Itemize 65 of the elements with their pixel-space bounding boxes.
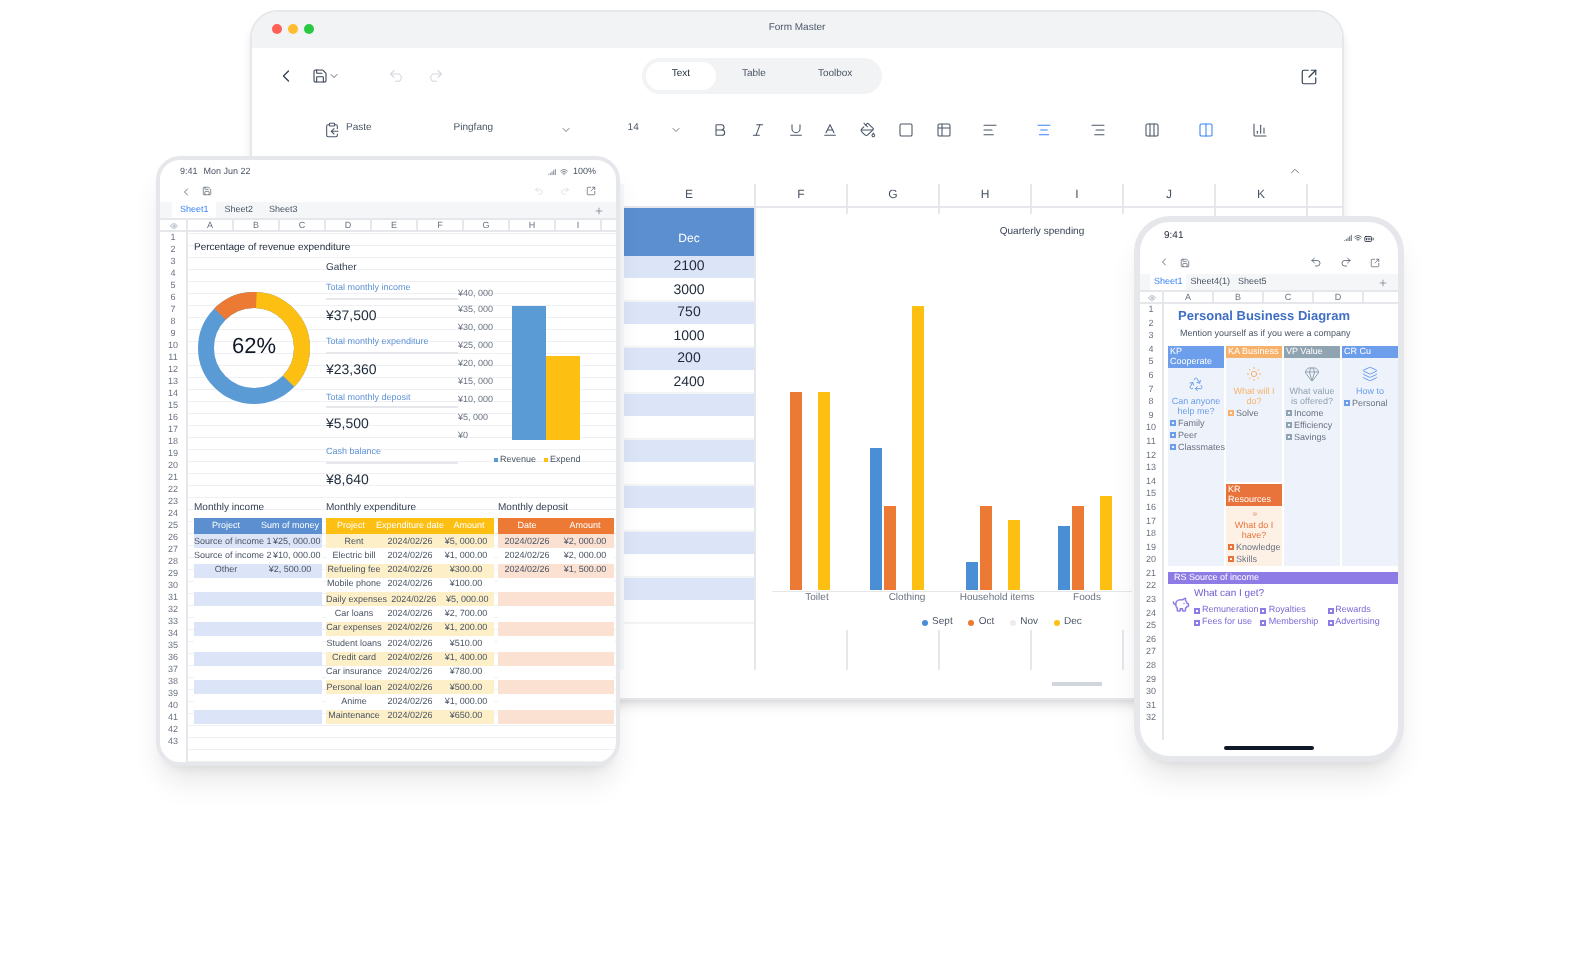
- checkbox-icon[interactable]: [1228, 544, 1234, 550]
- add-sheet-icon[interactable]: [594, 205, 604, 215]
- chart-bar: [1008, 519, 1020, 589]
- checkbox-icon[interactable]: [1170, 420, 1176, 426]
- save-icon[interactable]: [1180, 257, 1190, 267]
- piggy-bank-icon: [1172, 595, 1190, 613]
- checkbox-icon[interactable]: [1194, 607, 1200, 613]
- checkbox-icon[interactable]: [1286, 422, 1292, 428]
- donut-chart: [194, 287, 314, 407]
- checkbox-icon[interactable]: [1170, 432, 1176, 438]
- checkbox-icon[interactable]: [1286, 434, 1292, 440]
- empty-row: [194, 622, 322, 637]
- card-icon: [1246, 365, 1262, 381]
- view-icon[interactable]: [1147, 293, 1155, 301]
- signal-icon: [548, 168, 557, 176]
- checkbox-icon[interactable]: [1228, 410, 1234, 416]
- bold-icon[interactable]: [711, 122, 728, 138]
- align-center-icon[interactable]: [1035, 122, 1052, 138]
- save-icon[interactable]: [202, 186, 212, 196]
- fill-color-icon[interactable]: [859, 122, 876, 138]
- checkbox-icon[interactable]: [1286, 410, 1292, 416]
- checkbox-icon[interactable]: [1260, 619, 1267, 625]
- checkbox-icon[interactable]: [1260, 607, 1267, 613]
- scroll-bar[interactable]: [1052, 682, 1102, 686]
- empty-row: [498, 592, 614, 607]
- merge-cells-icon[interactable]: [935, 122, 952, 138]
- empty-row: [498, 651, 614, 666]
- checkbox-icon[interactable]: [1194, 619, 1200, 625]
- add-sheet-icon[interactable]: [1378, 277, 1388, 287]
- empty-row: [498, 680, 614, 695]
- checkbox-icon[interactable]: [1327, 619, 1334, 625]
- signal-icon: [1344, 234, 1352, 242]
- collapse-icon[interactable]: [1288, 163, 1302, 177]
- wifi-icon: [1354, 234, 1362, 242]
- underline-icon[interactable]: [787, 122, 804, 138]
- save-icon[interactable]: [312, 68, 328, 84]
- border-icon[interactable]: [897, 122, 914, 138]
- chart-bar: [1100, 495, 1112, 589]
- empty-row: [194, 680, 322, 695]
- view-icon[interactable]: [169, 221, 177, 229]
- caret-icon[interactable]: [669, 124, 682, 136]
- align-left-icon[interactable]: [981, 122, 998, 138]
- card-icon: [1304, 365, 1320, 381]
- wifi-icon: [560, 168, 569, 176]
- caret-icon[interactable]: [328, 70, 340, 82]
- undo-icon[interactable]: [1310, 256, 1322, 268]
- checkbox-icon[interactable]: [1170, 444, 1176, 450]
- empty-row: [194, 592, 322, 607]
- battery-icon: [1364, 233, 1374, 243]
- empty-row: [194, 651, 322, 666]
- card-icon: [1362, 365, 1378, 381]
- checkbox-icon[interactable]: [1344, 400, 1350, 406]
- checkbox-icon[interactable]: [1228, 556, 1234, 562]
- home-indicator[interactable]: [1224, 746, 1314, 750]
- donut-percentage: 62%: [231, 336, 277, 358]
- redo-icon[interactable]: [1340, 256, 1352, 268]
- font-color-icon[interactable]: [821, 122, 838, 138]
- caret-icon[interactable]: [559, 124, 572, 136]
- empty-row: [498, 622, 614, 637]
- paste-icon[interactable]: [324, 122, 340, 138]
- checkbox-icon[interactable]: [1327, 607, 1334, 613]
- card-icon: [1188, 375, 1204, 391]
- share-icon[interactable]: [1300, 67, 1318, 85]
- align-right-icon[interactable]: [1089, 122, 1106, 138]
- italic-icon[interactable]: [749, 122, 766, 138]
